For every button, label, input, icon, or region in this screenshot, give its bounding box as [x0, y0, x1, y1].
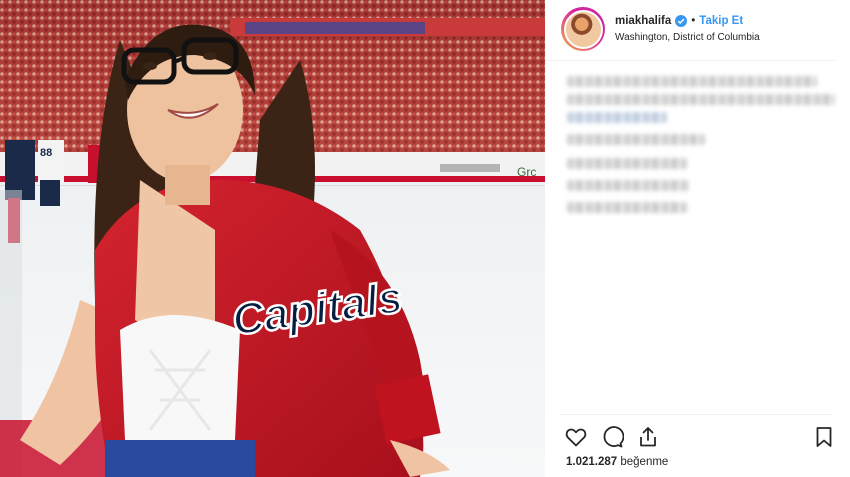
follow-button[interactable]: Takip Et — [699, 15, 743, 27]
comment-icon — [603, 426, 624, 448]
avatar[interactable] — [561, 7, 605, 51]
save-button[interactable] — [811, 424, 837, 450]
likes-count[interactable]: 1.021.287 beğenme — [566, 456, 668, 468]
actions-divider — [561, 414, 833, 415]
blurred-text-line — [567, 94, 835, 105]
comment-button[interactable] — [599, 424, 625, 450]
blurred-text-line — [567, 158, 687, 169]
avatar-image — [563, 9, 603, 49]
likes-label: beğenme — [620, 456, 669, 468]
location-link[interactable]: Washington, District of Columbia — [615, 32, 760, 43]
instagram-post: Grc 88 Capitals miakhalifa • Takip Et Wa… — [0, 0, 850, 477]
separator-dot: • — [691, 15, 696, 27]
jeans — [105, 440, 255, 477]
jersey-number: 88 — [40, 147, 52, 159]
board-ad-text: Grc — [517, 165, 536, 179]
verified-badge-icon — [675, 15, 688, 27]
header-text: miakhalifa • Takip Et Washington, Distri… — [615, 15, 760, 43]
post-header: miakhalifa • Takip Et Washington, Distri… — [561, 4, 841, 54]
blurred-hashtag-line — [567, 112, 667, 123]
blurred-text-line — [567, 76, 817, 87]
header-divider — [545, 60, 835, 61]
post-image[interactable]: Grc 88 Capitals — [0, 0, 545, 477]
blurred-text-line — [567, 134, 705, 145]
likes-number: 1.021.287 — [566, 456, 618, 468]
lace-top — [120, 315, 240, 450]
blurred-text-line — [567, 180, 689, 191]
share-button[interactable] — [635, 424, 661, 450]
username-link[interactable]: miakhalifa — [615, 15, 671, 27]
post-sidebar: miakhalifa • Takip Et Washington, Distri… — [545, 0, 850, 477]
share-icon — [640, 427, 656, 447]
heart-icon — [565, 428, 587, 447]
bookmark-icon — [816, 427, 832, 447]
blurred-text-line — [567, 202, 687, 213]
header-top-row: miakhalifa • Takip Et — [615, 15, 760, 27]
like-button[interactable] — [563, 424, 589, 450]
post-photo-illustration: Grc 88 Capitals — [0, 0, 545, 477]
action-bar — [563, 424, 835, 450]
